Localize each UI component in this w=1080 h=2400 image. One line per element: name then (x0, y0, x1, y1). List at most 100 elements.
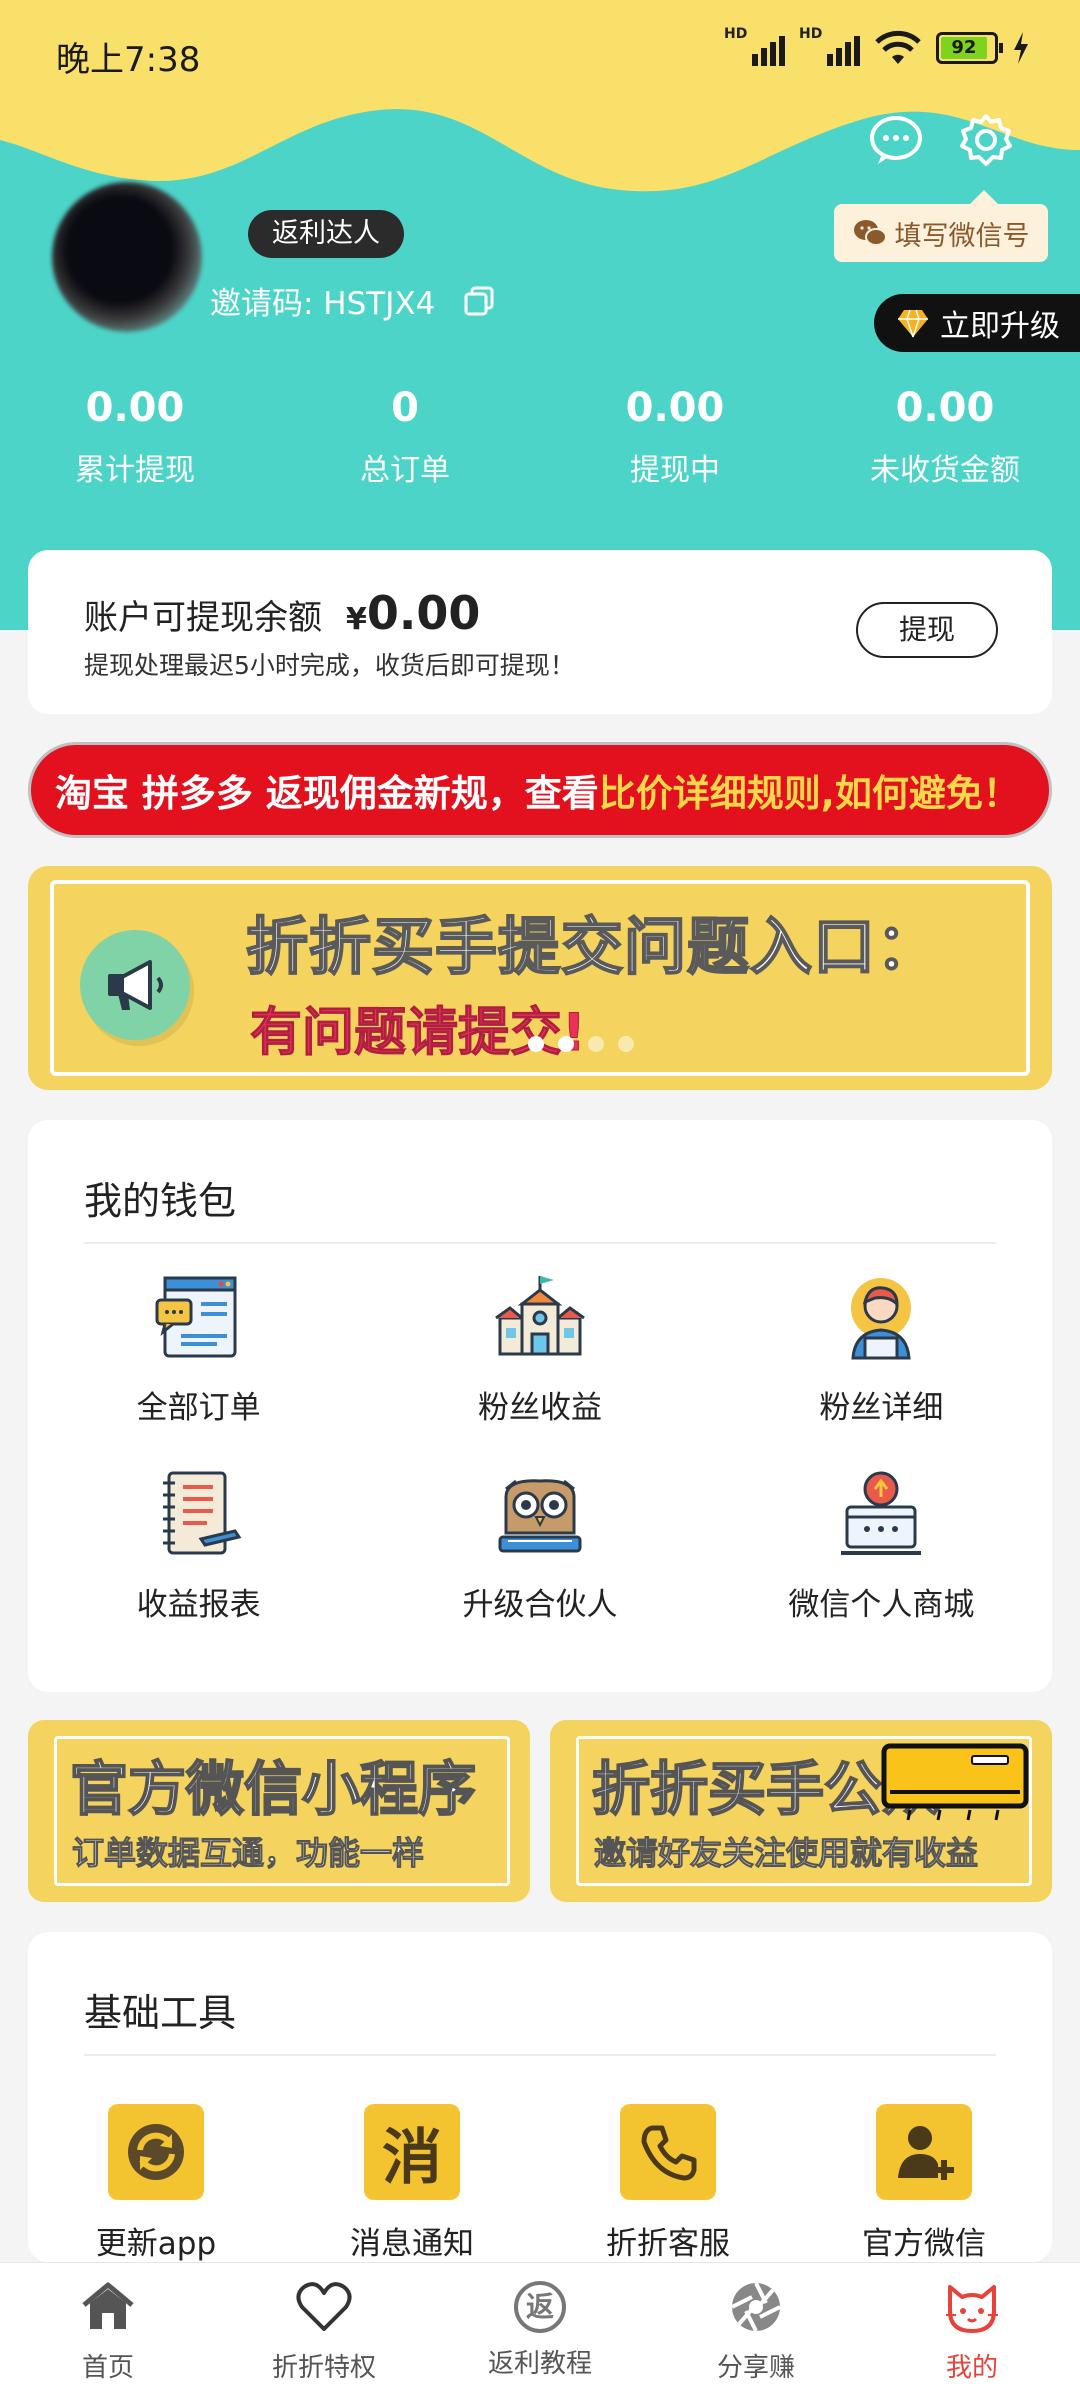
tool-customer-service[interactable]: 折折客服 (540, 2104, 796, 2263)
stat-withdrawing[interactable]: 0.00 提现中 (540, 385, 810, 489)
signal-icon: HD (724, 26, 785, 66)
carousel-dot (618, 1036, 634, 1052)
battery-icon: 92 (936, 32, 1003, 64)
feedback-banner[interactable]: 折折买手提交问题入口： 有问题请提交! (28, 866, 1052, 1090)
level-badge: 返利达人 (248, 210, 404, 258)
nav-mine[interactable]: 我的 (864, 2263, 1080, 2400)
wallet-item-income-report[interactable]: 收益报表 (28, 1467, 369, 1624)
add-user-icon (876, 2104, 972, 2200)
nav-rebate-tutorial[interactable]: 返 返利教程 (432, 2263, 648, 2400)
wallet-item-upgrade-partner[interactable]: 升级合伙人 (369, 1467, 710, 1624)
stat-label: 总订单 (360, 453, 450, 488)
avatar[interactable] (52, 182, 202, 332)
tool-notifications[interactable]: 消 消息通知 (284, 2104, 540, 2263)
promo-subtitle: 订单数据互通，功能一样 (71, 1834, 425, 1873)
nav-label: 返利教程 (487, 2349, 592, 2379)
balance-amount-wrap: ¥0.00 (346, 586, 480, 640)
message-glyph: 消 (382, 2122, 442, 2193)
wallet-item-fan-details[interactable]: 粉丝详细 (711, 1270, 1052, 1427)
banner-text-white: 淘宝 拼多多 返现佣金新规，查看 (55, 772, 599, 815)
copy-icon[interactable] (463, 285, 495, 317)
status-time: 晚上7:38 (56, 40, 201, 80)
aperture-icon (731, 2282, 781, 2332)
stat-label: 累计提现 (75, 453, 195, 488)
rebate-icon: 返 (510, 2277, 570, 2337)
banner-text-yellow: 比价详细规则,如何避免！ (598, 772, 1020, 815)
stat-value: 0.00 (85, 385, 185, 431)
fill-wechat-label: 填写微信号 (894, 220, 1030, 252)
wallet-grid: 全部订单 粉丝收益 粉丝详细 收益报表 升级合伙人 微信个人商城 (28, 1270, 1052, 1624)
wallet-item-label: 粉丝收益 (477, 1390, 602, 1426)
stat-total-withdrawn[interactable]: 0.00 累计提现 (0, 385, 270, 489)
balance-title-row: 账户可提现余额 ¥0.00 (84, 586, 480, 640)
rebate-glyph: 返 (514, 2281, 566, 2333)
charging-icon (1014, 32, 1028, 64)
nav-label: 折折特权 (271, 2353, 376, 2383)
divider (84, 2054, 996, 2056)
phone-icon (620, 2104, 716, 2200)
rebate-rules-banner[interactable]: 淘宝 拼多多 返现佣金新规，查看 比价详细规则,如何避免！ (28, 742, 1052, 838)
nav-share-earn[interactable]: 分享赚 (648, 2263, 864, 2400)
wallet-item-label: 收益报表 (136, 1587, 261, 1623)
signal-icon: HD (799, 26, 860, 66)
notebook-icon (162, 1471, 242, 1555)
wallet-item-all-orders[interactable]: 全部订单 (28, 1270, 369, 1427)
nav-home[interactable]: 首页 (0, 2263, 216, 2400)
tool-label: 消息通知 (350, 2226, 474, 2262)
carousel-dot (588, 1036, 604, 1052)
wallet-section: 我的钱包 全部订单 粉丝收益 粉丝详细 收益报表 升级合伙人 微信个人商城 (28, 1120, 1052, 1692)
carousel-dot (528, 1036, 544, 1052)
upgrade-button[interactable]: 立即升级 (874, 294, 1080, 352)
banner-subtitle: 有问题请提交! (250, 1003, 587, 1064)
tool-label: 官方微信 (862, 2226, 986, 2262)
orders-icon (155, 1276, 237, 1358)
home-icon (82, 2282, 134, 2329)
stat-label: 未收货金额 (870, 453, 1020, 488)
stat-value: 0 (391, 385, 419, 431)
balance-amount: 0.00 (366, 586, 481, 640)
banner-title: 折折买手提交问题入口： (245, 909, 940, 984)
cat-icon (946, 2285, 998, 2333)
mini-program-banner[interactable]: 官方微信小程序 订单数据互通，功能一样 (28, 1720, 530, 1902)
bottom-nav: 首页 折折特权 返 返利教程 分享赚 我的 (0, 2262, 1080, 2400)
wallet-item-label: 微信个人商城 (788, 1587, 975, 1623)
promo-subtitle: 邀请好友关注使用就有收益 (593, 1834, 979, 1873)
air-conditioner-icon (881, 1743, 1029, 1821)
owl-icon (498, 1479, 582, 1553)
carousel-dot (558, 1036, 574, 1052)
refresh-icon (108, 2104, 204, 2200)
currency-symbol: ¥ (346, 602, 367, 637)
person-icon (851, 1278, 912, 1360)
official-account-banner[interactable]: 折折买手公众 邀请好友关注使用就有收益 (550, 1720, 1052, 1902)
withdraw-button[interactable]: 提现 (856, 602, 998, 658)
tool-official-wechat[interactable]: 官方微信 (796, 2104, 1052, 2263)
wallet-title: 我的钱包 (84, 1179, 237, 1223)
shop-icon (841, 1471, 922, 1555)
stat-unreceived-amount[interactable]: 0.00 未收货金额 (810, 385, 1080, 489)
school-icon (495, 1276, 585, 1356)
promo-title: 官方微信小程序 (69, 1754, 477, 1824)
nav-privileges[interactable]: 折折特权 (216, 2263, 432, 2400)
diamond-icon (898, 309, 928, 338)
invite-code-text: 邀请码: HSTJX4 (210, 286, 436, 322)
carousel-dots (528, 1036, 634, 1052)
heart-icon (296, 2282, 352, 2331)
tool-update-app[interactable]: 更新app (28, 2104, 284, 2263)
tools-grid: 更新app 消 消息通知 折折客服 官方微信 (28, 2104, 1052, 2263)
balance-note: 提现处理最迟5小时完成，收货后即可提现！ (84, 651, 575, 680)
fill-wechat-button[interactable]: 填写微信号 (834, 190, 1048, 262)
wallet-item-wechat-shop[interactable]: 微信个人商城 (711, 1467, 1052, 1624)
nav-label: 我的 (945, 2353, 998, 2383)
wallet-item-fan-income[interactable]: 粉丝收益 (369, 1270, 710, 1427)
gear-icon[interactable] (956, 110, 1016, 170)
stats-row: 0.00 累计提现 0 总订单 0.00 提现中 0.00 未收货金额 (0, 385, 1080, 489)
stat-label: 提现中 (630, 453, 720, 488)
wallet-item-label: 升级合伙人 (462, 1587, 618, 1623)
chat-icon[interactable] (866, 110, 926, 170)
stat-value: 0.00 (625, 385, 725, 431)
nav-label: 首页 (81, 2353, 134, 2383)
message-icon: 消 (364, 2104, 460, 2200)
stat-total-orders[interactable]: 0 总订单 (270, 385, 540, 489)
divider (84, 1242, 996, 1244)
balance-card: 账户可提现余额 ¥0.00 提现处理最迟5小时完成，收货后即可提现！ 提现 (28, 550, 1052, 714)
